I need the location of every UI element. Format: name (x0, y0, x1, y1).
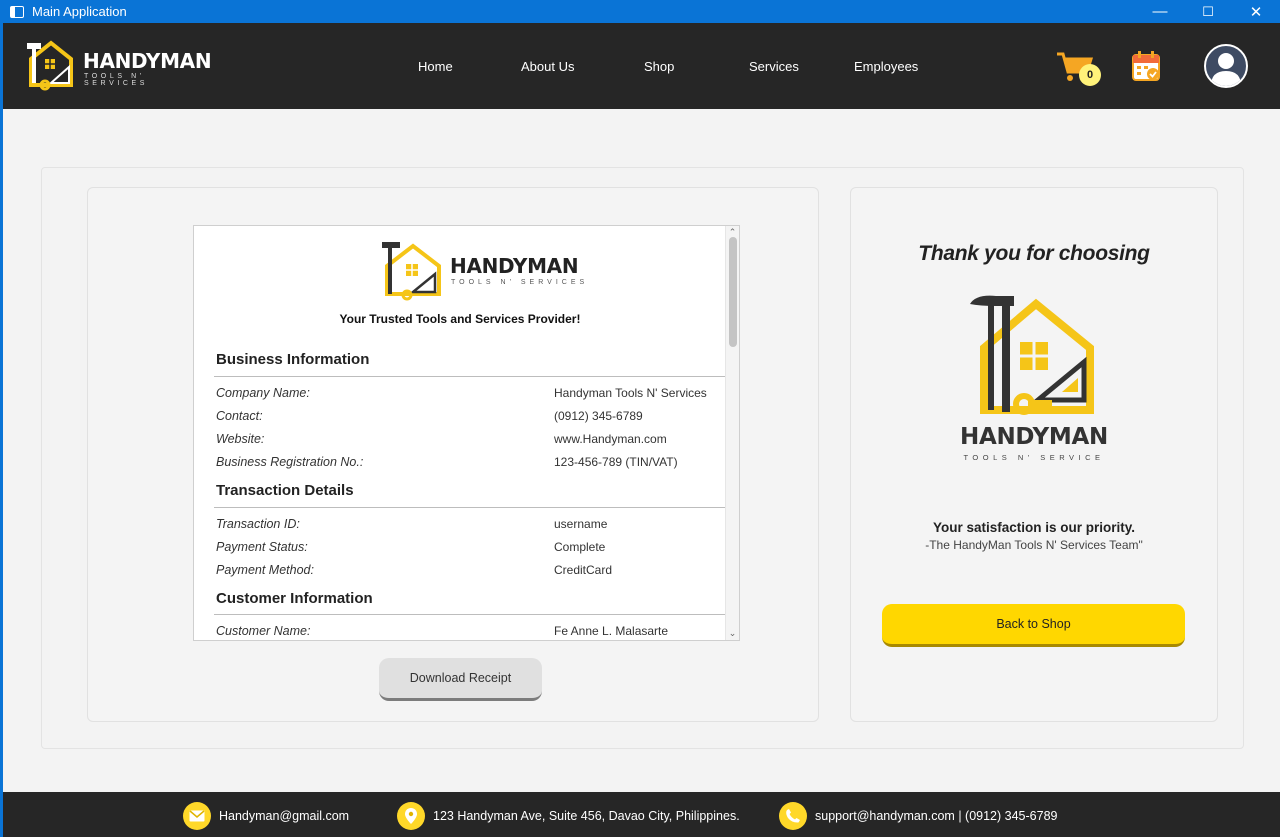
nav-services[interactable]: Services (749, 59, 799, 74)
minimize-icon[interactable]: — (1136, 0, 1184, 23)
value-contact: (0912) 345-6789 (554, 409, 643, 423)
receipt-brand-name: HANDYMAN (450, 254, 579, 278)
user-profile-icon (1211, 53, 1241, 86)
section-divider (214, 507, 726, 508)
value-payment-status: Complete (554, 540, 606, 554)
close-icon[interactable]: ✕ (1232, 0, 1280, 23)
footer: Handyman@gmail.com 123 Handyman Ave, Sui… (3, 792, 1280, 837)
cart-count-badge: 0 (1079, 64, 1101, 86)
receipt-slogan: Your Trusted Tools and Services Provider… (339, 312, 581, 326)
email-icon (183, 802, 211, 830)
window-controls: — ☐ ✕ (1136, 0, 1280, 23)
value-customer-name: Fe Anne L. Malasarte (554, 624, 669, 638)
satisfaction-message: Your satisfaction is our priority. (932, 520, 1136, 535)
brand-tagline: TOOLS N' SERVICES (84, 73, 149, 87)
section-transaction-details: Transaction Details (216, 482, 354, 499)
window-title: Main Application (32, 4, 127, 19)
section-customer-information: Customer Information (216, 590, 373, 607)
label-website: Website: (216, 432, 265, 446)
nav-employees[interactable]: Employees (854, 59, 918, 74)
nav-shop[interactable]: Shop (644, 59, 674, 74)
section-divider (214, 376, 726, 377)
footer-support[interactable]: support@handyman.com | (0912) 345-6789 (779, 802, 1057, 830)
value-payment-method: CreditCard (554, 563, 613, 577)
calendar-button[interactable] (1131, 50, 1161, 82)
chevron-down-icon[interactable]: ⌄ (726, 628, 739, 639)
footer-support-text: support@handyman.com | (0912) 345-6789 (815, 809, 1058, 823)
receipt-logo-icon (382, 242, 441, 301)
big-brand-tagline: TOOLS N' SERVICE (963, 453, 1105, 462)
label-company-name: Company Name: (216, 386, 310, 400)
desktop-edge (0, 23, 3, 837)
brand-logo[interactable]: HANDYMAN TOOLS N' SERVICES (21, 37, 212, 93)
nav-about-us[interactable]: About Us (521, 59, 574, 74)
maximize-icon[interactable]: ☐ (1184, 0, 1232, 23)
label-payment-method: Payment Method: (216, 563, 314, 577)
receipt-scroll-pane[interactable]: HANDYMAN TOOLS N' SERVICES Your Trusted … (193, 225, 740, 641)
nav-home[interactable]: Home (418, 59, 453, 74)
download-receipt-button[interactable]: Download Receipt (379, 658, 542, 701)
app-window-icon (10, 5, 24, 18)
value-website: www.Handyman.com (554, 432, 667, 446)
location-pin-icon (397, 802, 425, 830)
big-brand-name: HANDYMAN (960, 424, 1108, 450)
back-to-shop-button[interactable]: Back to Shop (882, 604, 1185, 647)
value-business-registration: 123-456-789 (TIN/VAT) (554, 455, 678, 469)
phone-icon (779, 802, 807, 830)
label-payment-status: Payment Status: (216, 540, 308, 554)
calendar-check-icon (1132, 51, 1160, 81)
label-business-registration: Business Registration No.: (216, 455, 364, 469)
value-company-name: Handyman Tools N' Services (554, 386, 707, 400)
label-transaction-id: Transaction ID: (216, 517, 300, 531)
cart-button[interactable]: 0 (1055, 50, 1103, 90)
team-signature: -The HandyMan Tools N' Services Team" (925, 538, 1143, 552)
footer-address[interactable]: 123 Handyman Ave, Suite 456, Davao City,… (397, 802, 740, 830)
value-transaction-id: username (554, 517, 608, 531)
brand-name: HANDYMAN (83, 49, 212, 73)
handyman-logo-icon (970, 295, 1094, 415)
window-titlebar: Main Application — ☐ ✕ (0, 0, 1280, 23)
scrollbar-thumb[interactable] (729, 237, 737, 347)
house-tools-logo-icon (27, 40, 73, 91)
label-customer-name: Customer Name: (216, 624, 311, 638)
footer-address-text: 123 Handyman Ave, Suite 456, Davao City,… (433, 809, 740, 823)
footer-email[interactable]: Handyman@gmail.com (183, 802, 349, 830)
receipt-scrollbar[interactable]: ⌃ ⌄ (725, 226, 739, 640)
top-navbar: HANDYMAN TOOLS N' SERVICES Home About Us… (3, 23, 1280, 109)
receipt-brand-tagline: TOOLS N' SERVICES (451, 279, 589, 286)
section-business-information: Business Information (216, 351, 370, 368)
section-divider (214, 614, 726, 615)
footer-email-text: Handyman@gmail.com (219, 809, 350, 823)
user-avatar[interactable] (1204, 44, 1248, 88)
thank-you-heading: Thank you for choosing (918, 242, 1150, 265)
label-contact: Contact: (216, 409, 263, 423)
